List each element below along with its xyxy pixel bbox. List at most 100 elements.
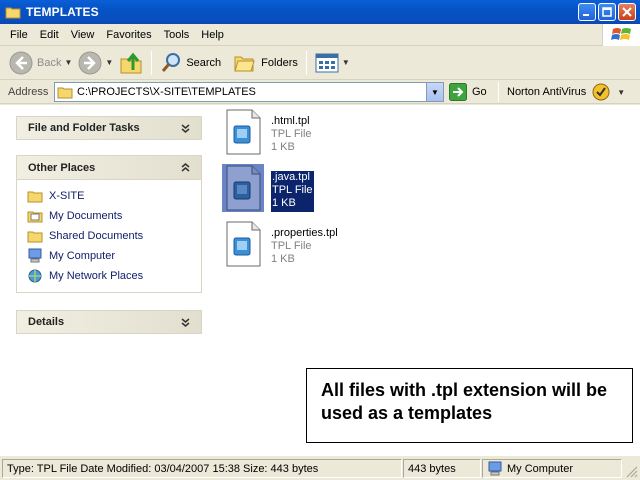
- place-label: X-SITE: [49, 190, 85, 202]
- toolbar-separator: [151, 50, 153, 75]
- place-label: My Computer: [49, 250, 116, 262]
- file-item[interactable]: .properties.tpl TPL File 1 KB: [222, 220, 338, 268]
- menu-tools[interactable]: Tools: [158, 29, 196, 41]
- chevron-down-icon: ▼: [431, 87, 439, 97]
- close-icon: [622, 7, 632, 17]
- computer-icon: [27, 248, 43, 264]
- search-button[interactable]: Search: [157, 49, 224, 77]
- title-bar[interactable]: TEMPLATES: [0, 0, 640, 24]
- explorer-content: File and Folder Tasks Other Places X-SIT…: [0, 105, 640, 455]
- search-label: Search: [186, 56, 222, 69]
- documents-icon: [27, 208, 43, 224]
- collapse-chevron-icon[interactable]: [179, 161, 192, 174]
- folder-icon: [57, 87, 73, 99]
- file-name: .java.tpl: [272, 171, 310, 183]
- place-label: Shared Documents: [49, 230, 144, 242]
- network-icon: [27, 268, 43, 284]
- go-arrow-icon: [449, 83, 467, 101]
- folders-button[interactable]: Folders: [230, 49, 301, 77]
- address-dropdown-button[interactable]: ▼: [426, 83, 443, 101]
- place-my-computer[interactable]: My Computer: [27, 246, 201, 266]
- folder-up-icon: [120, 52, 142, 73]
- tpl-file-icon: [222, 108, 264, 156]
- toolbar-separator: [305, 50, 307, 75]
- resize-grip-icon[interactable]: [626, 466, 638, 478]
- norton-shield-icon: [592, 83, 610, 101]
- address-path: C:\PROJECTS\X-SITE\TEMPLATES: [77, 86, 256, 98]
- callout-annotation: All files with .tpl extension will be us…: [306, 368, 633, 443]
- menu-help[interactable]: Help: [195, 29, 230, 41]
- back-label: Back: [37, 56, 62, 69]
- window-title: TEMPLATES: [26, 5, 99, 19]
- minimize-button[interactable]: [578, 3, 596, 21]
- file-meta: .properties.tpl TPL File 1 KB: [271, 227, 338, 268]
- file-meta: .java.tpl TPL File 1 KB: [271, 171, 314, 212]
- file-size: 1 KB: [272, 197, 296, 209]
- details-title: Details: [28, 316, 65, 328]
- folder-icon: [5, 4, 21, 20]
- place-my-documents[interactable]: My Documents: [27, 206, 201, 226]
- status-details: Type: TPL File Date Modified: 03/04/2007…: [2, 459, 402, 478]
- folders-label: Folders: [261, 56, 298, 69]
- details-header[interactable]: Details: [16, 310, 202, 334]
- file-name: .html.tpl: [271, 115, 310, 127]
- file-type: TPL File: [271, 240, 312, 252]
- chevron-down-icon: ▼: [64, 58, 73, 67]
- tpl-file-icon: [222, 220, 264, 268]
- chevron-down-icon: ▼: [105, 58, 114, 67]
- menu-file[interactable]: File: [4, 29, 34, 41]
- toolbar: Back ▼ ▼ Search Folders ▼: [0, 46, 640, 80]
- go-label: Go: [472, 86, 487, 98]
- expand-chevron-icon[interactable]: [179, 122, 192, 135]
- menu-view[interactable]: View: [65, 29, 101, 41]
- menu-favorites[interactable]: Favorites: [100, 29, 157, 41]
- task-pane: File and Folder Tasks Other Places X-SIT…: [0, 105, 214, 455]
- forward-button[interactable]: ▼: [75, 49, 116, 77]
- file-item-selected[interactable]: .java.tpl TPL File 1 KB: [222, 164, 314, 212]
- back-button[interactable]: Back ▼: [6, 49, 75, 77]
- other-places-header[interactable]: Other Places: [16, 155, 202, 179]
- place-label: My Documents: [49, 210, 123, 222]
- back-arrow-icon: [9, 51, 33, 74]
- maximize-icon: [602, 7, 612, 17]
- file-folder-tasks-panel: File and Folder Tasks: [16, 116, 202, 140]
- address-input[interactable]: C:\PROJECTS\X-SITE\TEMPLATES ▼: [54, 82, 444, 102]
- norton-label: Norton AntiVirus: [507, 86, 587, 98]
- other-places-panel: Other Places X-SITE My Documents Shared …: [16, 155, 202, 293]
- expand-chevron-icon[interactable]: [179, 316, 192, 329]
- forward-arrow-icon: [78, 51, 102, 74]
- place-label: My Network Places: [49, 270, 144, 282]
- go-button[interactable]: Go: [449, 82, 487, 102]
- other-places-list: X-SITE My Documents Shared Documents My …: [16, 179, 202, 293]
- menu-edit[interactable]: Edit: [34, 29, 65, 41]
- chevron-down-icon: ▼: [341, 58, 350, 67]
- folder-icon: [27, 188, 43, 204]
- tpl-file-icon: [222, 164, 264, 212]
- status-location-label: My Computer: [507, 462, 574, 475]
- menu-bar: File Edit View Favorites Tools Help: [0, 24, 640, 46]
- file-meta: .html.tpl TPL File 1 KB: [271, 115, 312, 156]
- details-panel: Details: [16, 310, 202, 334]
- place-x-site[interactable]: X-SITE: [27, 186, 201, 206]
- views-icon: [315, 53, 339, 72]
- views-button[interactable]: ▼: [312, 49, 353, 77]
- up-button[interactable]: [116, 49, 146, 77]
- maximize-button[interactable]: [598, 3, 616, 21]
- folders-icon: [234, 56, 255, 71]
- computer-icon: [487, 461, 503, 477]
- address-bar: Address C:\PROJECTS\X-SITE\TEMPLATES ▼ G…: [0, 80, 640, 104]
- file-type: TPL File: [271, 128, 312, 140]
- file-folder-tasks-title: File and Folder Tasks: [28, 122, 140, 134]
- file-size: 1 KB: [271, 141, 295, 153]
- file-item[interactable]: .html.tpl TPL File 1 KB: [222, 108, 312, 156]
- file-size: 1 KB: [271, 253, 295, 265]
- file-folder-tasks-header[interactable]: File and Folder Tasks: [16, 116, 202, 140]
- address-label: Address: [8, 85, 49, 98]
- minimize-icon: [583, 14, 589, 16]
- status-location: My Computer: [482, 459, 622, 478]
- norton-antivirus-button[interactable]: Norton AntiVirus ▼: [507, 82, 625, 102]
- close-button[interactable]: [618, 3, 636, 21]
- place-shared-documents[interactable]: Shared Documents: [27, 226, 201, 246]
- chevron-down-icon: ▼: [617, 87, 626, 97]
- place-my-network-places[interactable]: My Network Places: [27, 266, 201, 286]
